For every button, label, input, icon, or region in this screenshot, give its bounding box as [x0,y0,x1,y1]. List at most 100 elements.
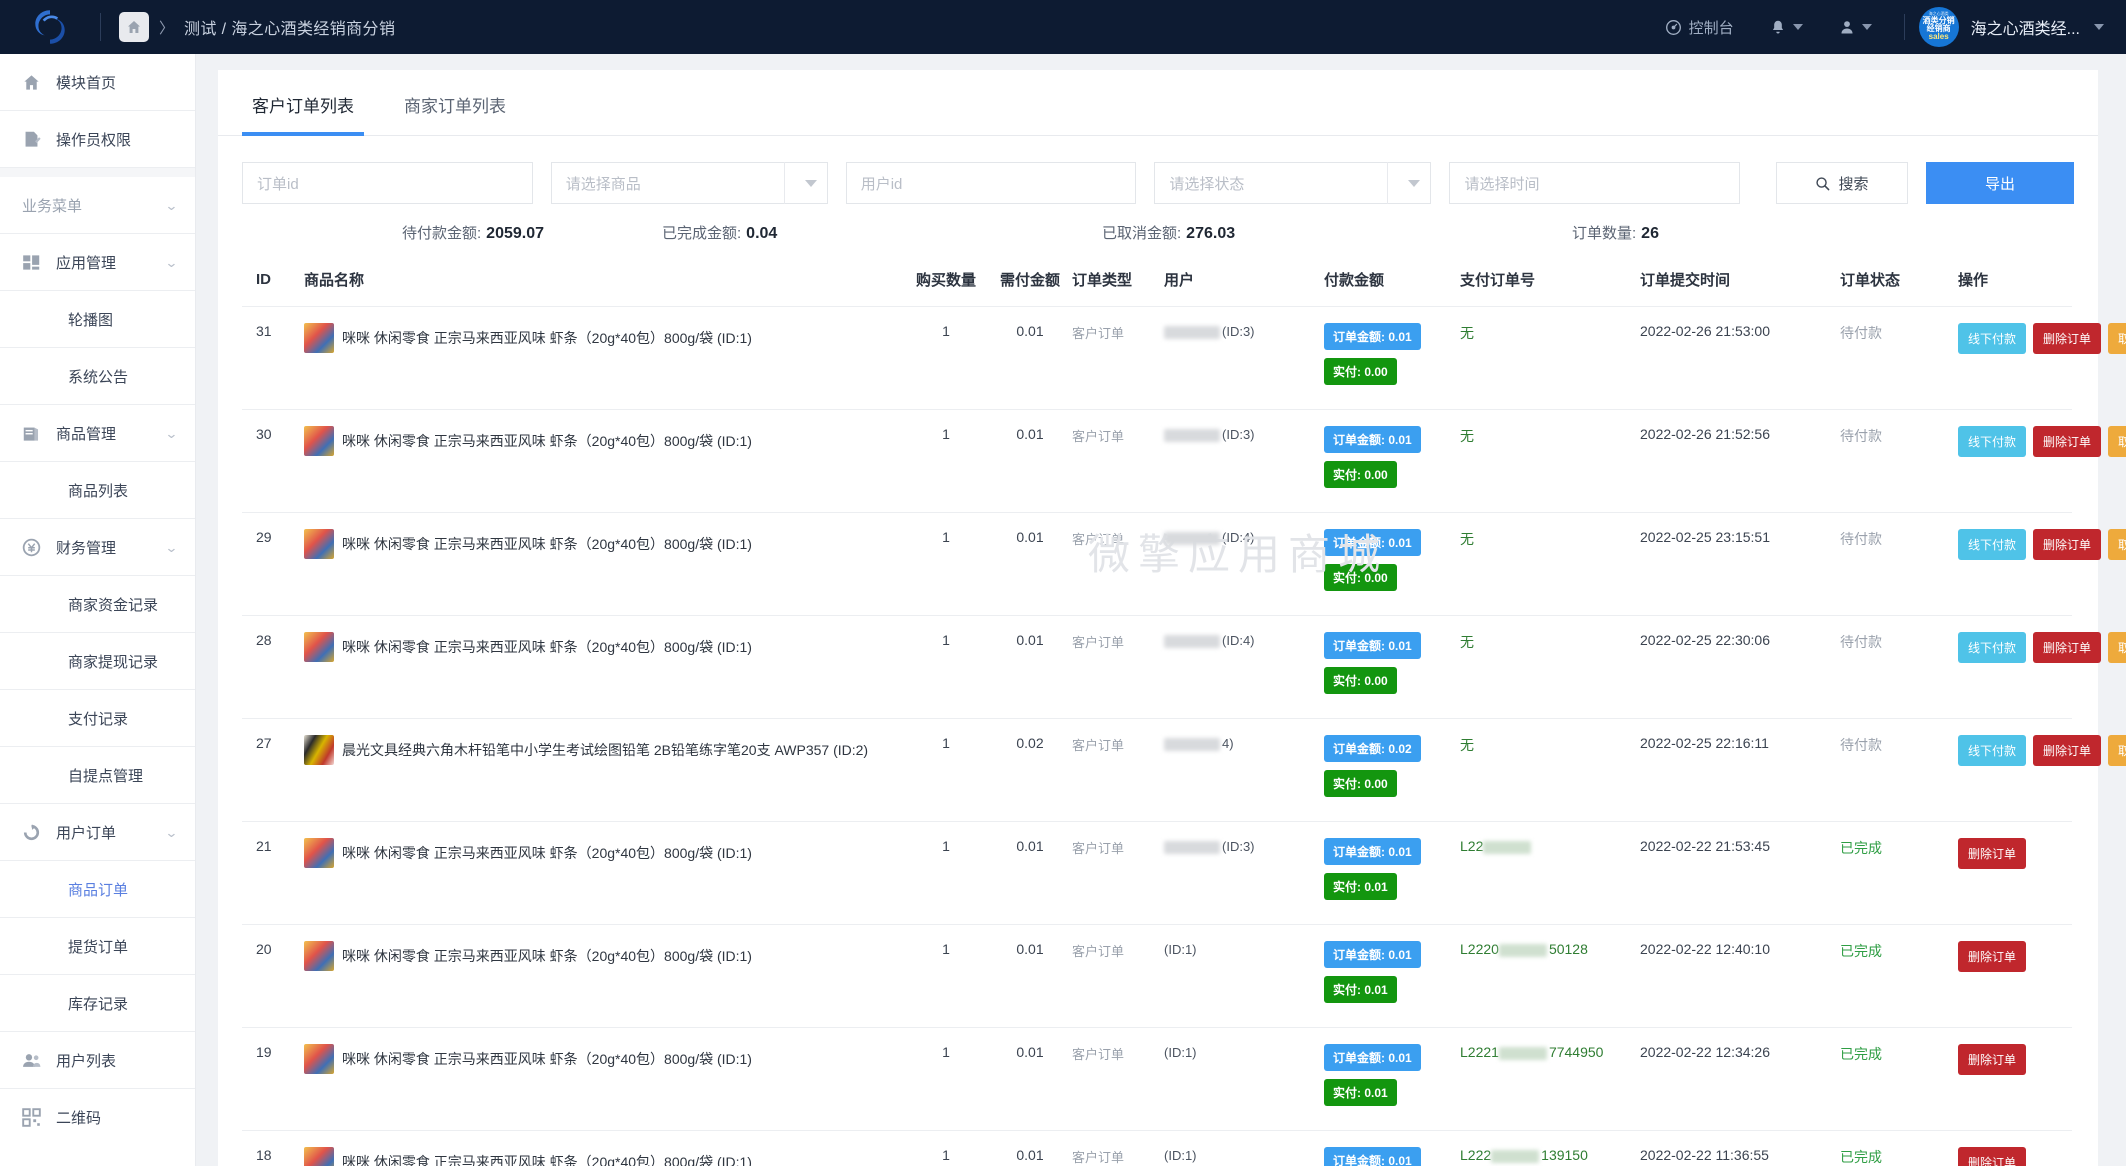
avatar[interactable]: 海之心酒类 酒类分销 经销商 sales [1918,7,1959,47]
status-badge: 已完成 [1840,1046,1882,1062]
order-amount-badge: 订单金额: 0.01 [1324,426,1421,453]
order-id-input[interactable]: 订单id [242,162,533,204]
op-button-del[interactable]: 删除订单 [2033,426,2102,457]
select-divider [1387,162,1389,204]
op-button-del[interactable]: 删除订单 [1958,1044,2027,1075]
chevron-down-icon[interactable] [2094,24,2104,30]
cell-quantity: 1 [904,718,988,822]
sidebar-item-4[interactable]: 轮播图 [0,291,195,347]
chevron-down-icon: ⌄ [164,254,179,270]
app-logo[interactable] [0,6,100,48]
op-button-del[interactable]: 删除订单 [2033,632,2102,663]
op-button-cancel[interactable]: 取消订单 [2108,529,2126,560]
topbar-divider-2 [1903,14,1905,40]
summary-bar: 待付款金额: 2059.07 已完成金额: 0.04 已取消金额: 276.03 订单数量:… [218,204,2098,243]
notifications-button[interactable] [1752,0,1821,54]
sidebar-item-12[interactable]: 自提点管理 [0,747,195,803]
cell-pay-order-no: 无 [1460,306,1640,410]
paid-amount-label: 实付: [1333,365,1361,379]
sidebar-item-0[interactable]: 模块首页 [0,54,195,110]
op-button-cancel[interactable]: 取消订单 [2108,426,2126,457]
chevron-down-icon: ⌄ [164,824,179,840]
sidebar-item-label: 商品列表 [68,482,129,500]
topbar-right-group: 控制台 海之心酒类 酒类分销 经销商 sales 海之心酒类经... [1647,0,2126,54]
submit-time-value: 2022-02-25 22:30:06 [1640,632,1770,648]
payno-value: 无 [1460,737,1474,753]
op-button-cancel[interactable]: 取消订单 [2108,735,2126,766]
user-id-input[interactable]: 用户id [845,162,1137,204]
operation-buttons: 线下付款删除订单取消订单 [1958,323,2126,354]
sidebar-item-10[interactable]: 商家提现记录 [0,633,195,689]
time-select[interactable]: 请选择时间 [1449,162,1740,204]
sidebar-item-6[interactable]: 商品管理 ⌄ [0,405,195,461]
sidebar-item-1[interactable]: 操作员权限 [0,111,195,167]
orders-table-body: 31 咪咪 休闲零食 正宗马来西亚风味 虾条（20g*40包）800g/袋 (ID… [242,306,2126,1166]
tab-0[interactable]: 客户订单列表 [242,70,364,136]
order-type-value: 客户订单 [1072,635,1125,650]
sidebar-item-9[interactable]: 商家资金记录 [0,576,195,632]
user-value: (ID:1) [1164,1148,1197,1163]
account-menu-button[interactable] [1821,0,1890,54]
sidebar-item-3[interactable]: 应用管理 ⌄ [0,234,195,290]
sidebar-item-18[interactable]: 二维码 [0,1089,195,1145]
product-thumbnail [304,735,334,765]
sidebar-item-11[interactable]: 支付记录 [0,690,195,746]
order-amount-value: 0.01 [1388,536,1412,550]
product-select[interactable]: 请选择商品 [550,162,828,204]
sidebar-item-14[interactable]: 商品订单 [0,861,195,917]
cell-id: 19 [242,1027,304,1131]
status-select[interactable]: 请选择状态 [1154,162,1432,204]
cell-status: 待付款 [1840,512,1958,616]
cell-user: (ID:3) [1164,409,1324,513]
cell-user: (ID:4) [1164,615,1324,719]
sidebar-item-15[interactable]: 提货订单 [0,918,195,974]
user-cell: (ID:4) [1164,633,1255,649]
order-amount-label: 订单金额: [1333,536,1385,550]
op-button-del[interactable]: 删除订单 [2033,323,2102,354]
product-name: 晨光文具经典六角木杆铅笔中小学生考试绘图铅笔 2B铅笔练字笔20支 AWP357… [342,742,869,758]
search-button[interactable]: 搜索 [1775,162,1908,204]
sidebar-item-label: 用户列表 [56,1052,117,1070]
sidebar-item-5[interactable]: 系统公告 [0,348,195,404]
time-select-value: 请选择时间 [1464,175,1540,193]
op-button-offline[interactable]: 线下付款 [1958,426,2027,457]
need-amount-value: 0.01 [1016,529,1044,545]
op-button-del[interactable]: 删除订单 [1958,941,2027,972]
sidebar-item-17[interactable]: 用户列表 [0,1032,195,1088]
sidebar-item-7[interactable]: 商品列表 [0,462,195,518]
tab-bar: 客户订单列表 商家订单列表 [218,70,2098,136]
export-button[interactable]: 导出 [1925,162,2074,204]
order-amount-value: 0.02 [1388,742,1412,756]
tenant-name[interactable]: 海之心酒类经... [1971,15,2080,39]
sidebar-item-8[interactable]: 财务管理 ⌄ [0,519,195,575]
sidebar-item-16[interactable]: 库存记录 [0,975,195,1031]
console-button[interactable]: 控制台 [1647,0,1752,54]
paid-amount-value: 0.01 [1364,983,1388,997]
column-header-2: 购买数量 [904,259,988,307]
op-button-offline[interactable]: 线下付款 [1958,735,2027,766]
op-button-offline[interactable]: 线下付款 [1958,529,2027,560]
order-amount-value: 0.01 [1388,845,1412,859]
cell-id: 31 [242,306,304,410]
op-button-del[interactable]: 删除订单 [1958,1147,2027,1166]
op-button-cancel[interactable]: 取消订单 [2108,323,2126,354]
breadcrumb-text: 测试 / 海之心酒类经销商分销 [184,21,396,38]
order-type-value: 客户订单 [1072,738,1125,753]
cell-submit-time: 2022-02-22 11:36:55 [1640,1130,1840,1166]
sidebar-item-13[interactable]: 用户订单 ⌄ [0,804,195,860]
pay-order-no: L2220 50128 [1460,941,1588,957]
product-thumbnail [304,529,334,559]
op-button-del[interactable]: 删除订单 [1958,838,2027,869]
home-icon[interactable] [119,12,149,42]
sidebar-group-2[interactable]: 业务菜单 ⌄ [0,177,195,233]
op-button-cancel[interactable]: 取消订单 [2108,632,2126,663]
op-button-offline[interactable]: 线下付款 [1958,323,2027,354]
op-button-del[interactable]: 删除订单 [2033,735,2102,766]
cell-pay-order-no: 无 [1460,409,1640,513]
tab-1[interactable]: 商家订单列表 [394,70,516,135]
op-button-offline[interactable]: 线下付款 [1958,632,2027,663]
pay-order-no: L22 [1460,838,1533,854]
need-amount-value: 0.01 [1016,838,1044,854]
op-button-del[interactable]: 删除订单 [2033,529,2102,560]
cell-status: 已完成 [1840,1027,1958,1131]
